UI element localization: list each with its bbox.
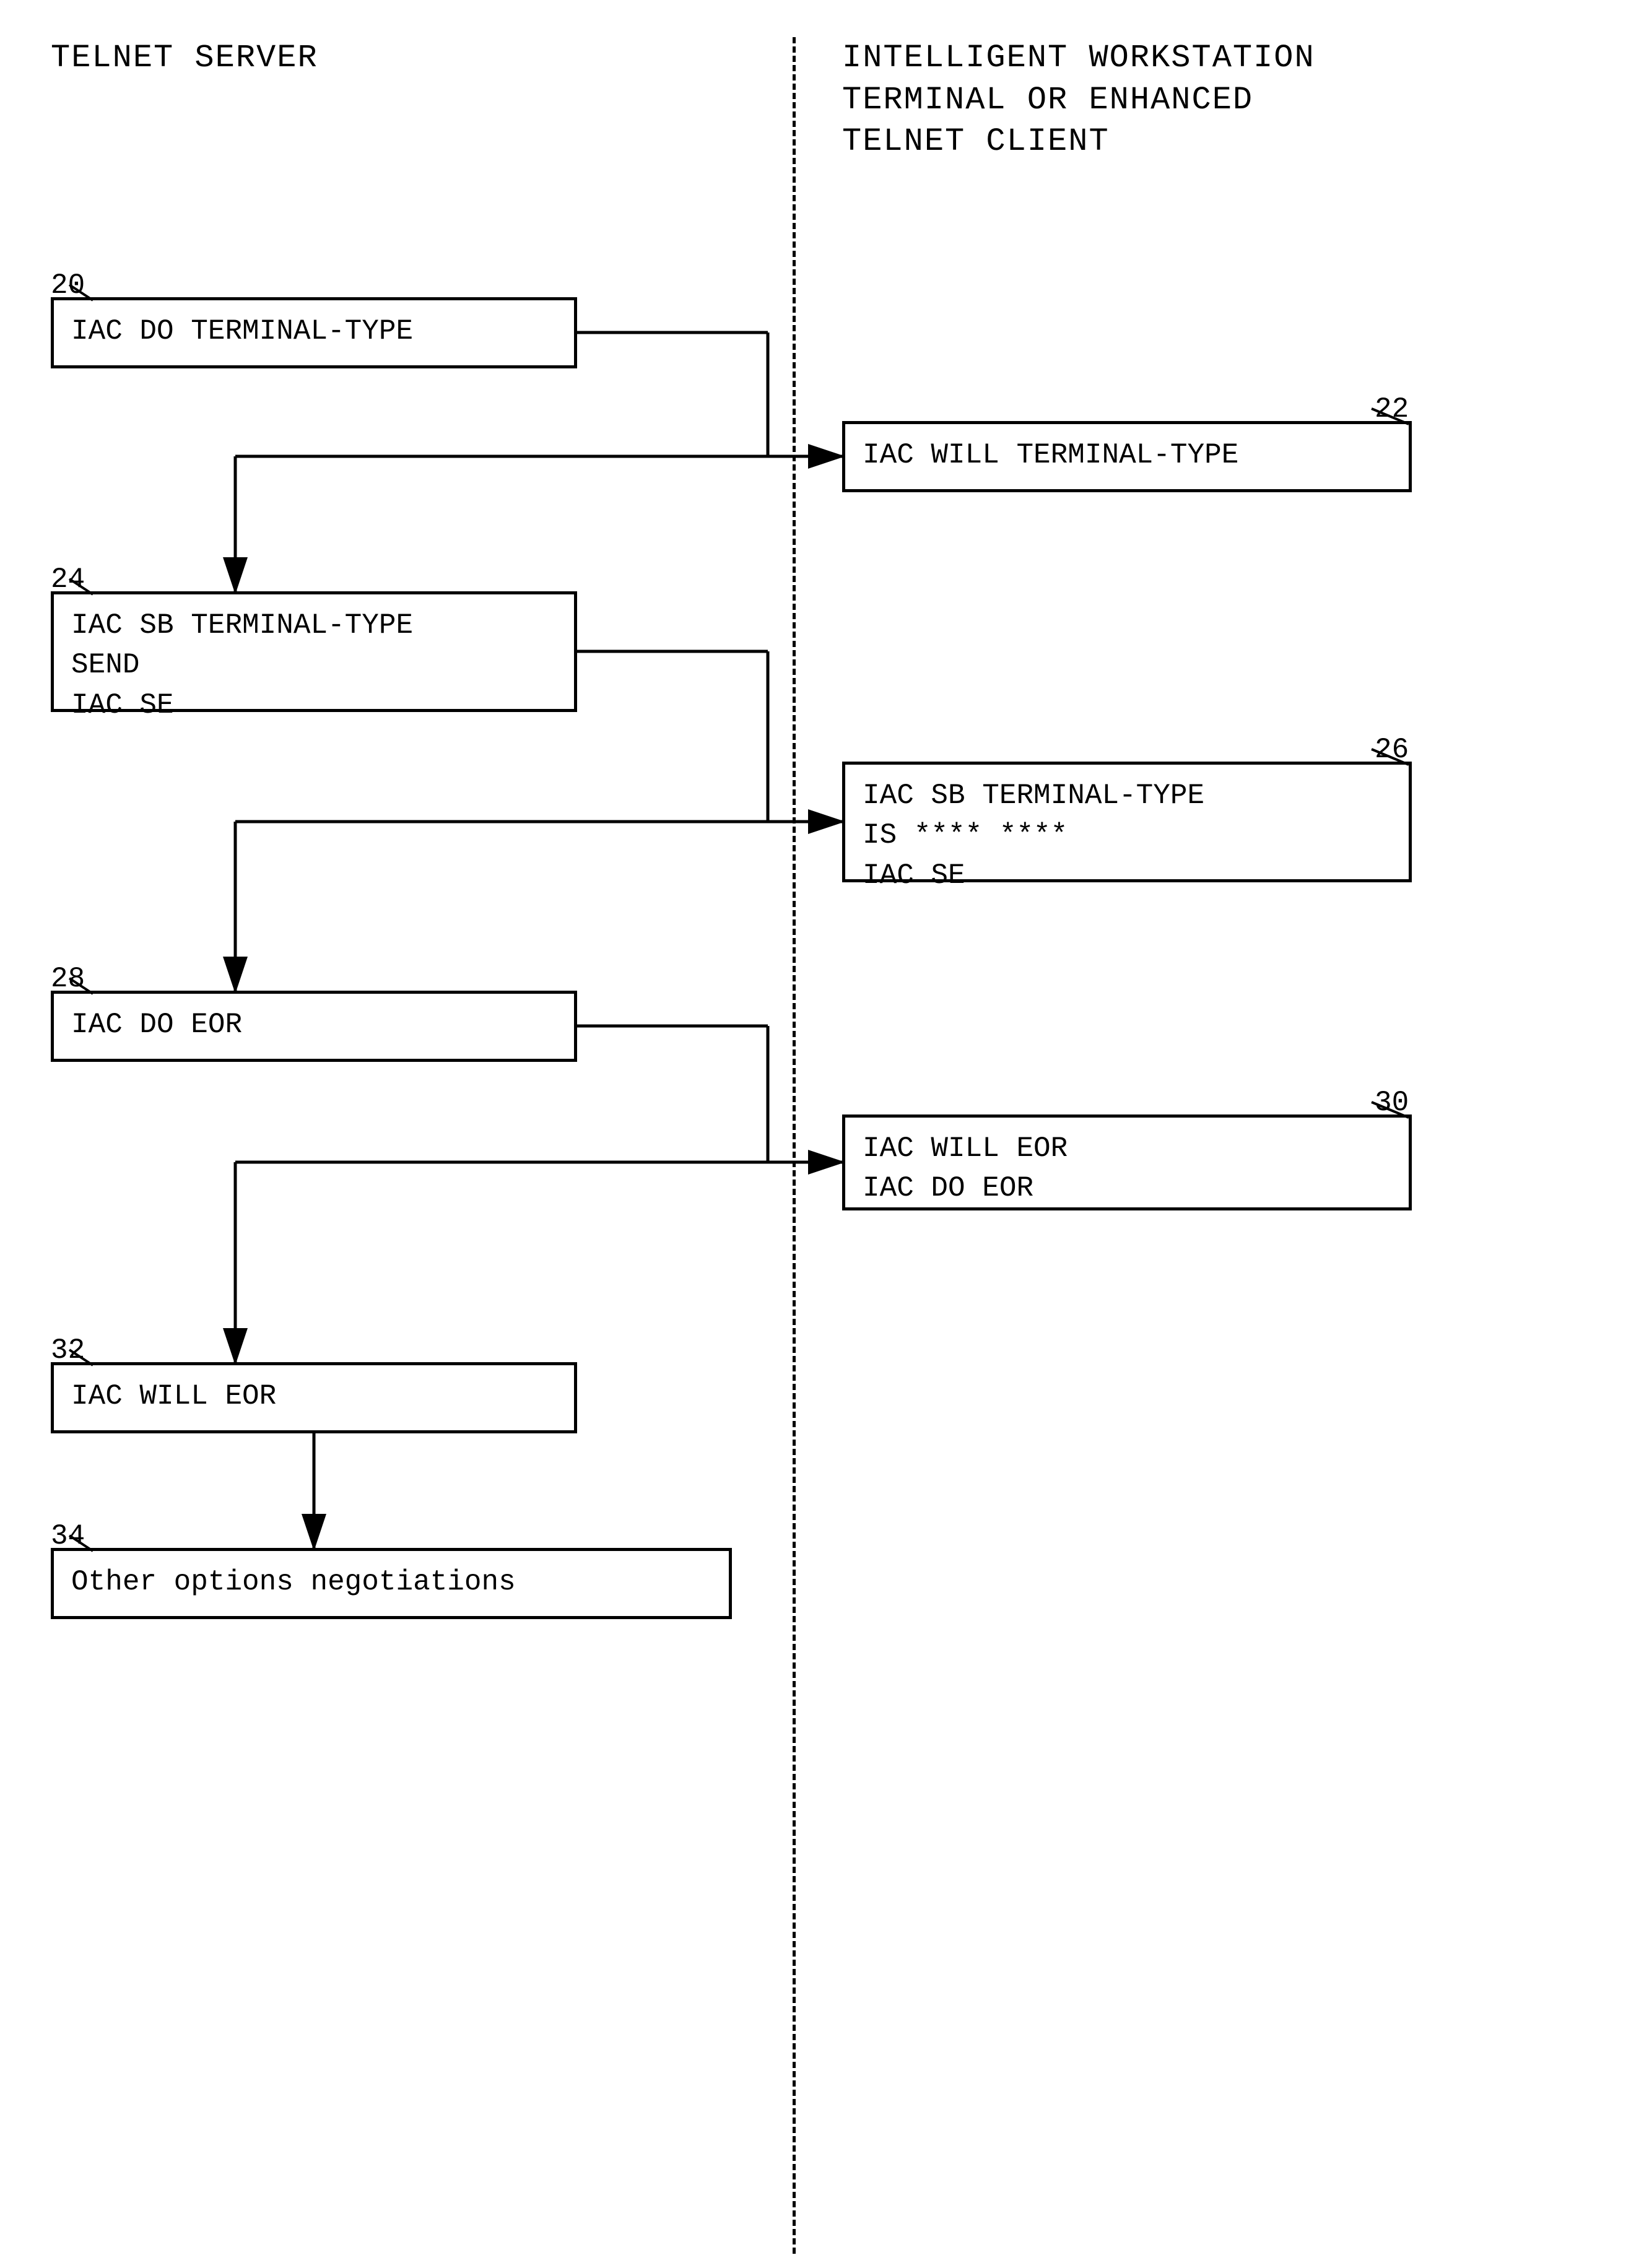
left-column-header: TELNET SERVER [51,37,318,79]
box-34: Other options negotiations [51,1548,732,1619]
box-22: IAC WILL TERMINAL-TYPE [842,421,1412,492]
box-24: IAC SB TERMINAL-TYPESENDIAC SE [51,591,577,712]
box-20: IAC DO TERMINAL-TYPE [51,297,577,368]
right-column-header: INTELLIGENT WORKSTATIONTERMINAL OR ENHAN… [842,37,1315,163]
diagram-container: TELNET SERVER INTELLIGENT WORKSTATIONTER… [0,0,1644,2268]
box-26: IAC SB TERMINAL-TYPEIS **** ****IAC SE [842,762,1412,882]
box-32: IAC WILL EOR [51,1362,577,1433]
box-30: IAC WILL EORIAC DO EOR [842,1114,1412,1210]
box-28: IAC DO EOR [51,991,577,1062]
center-divider-line [793,37,796,2254]
